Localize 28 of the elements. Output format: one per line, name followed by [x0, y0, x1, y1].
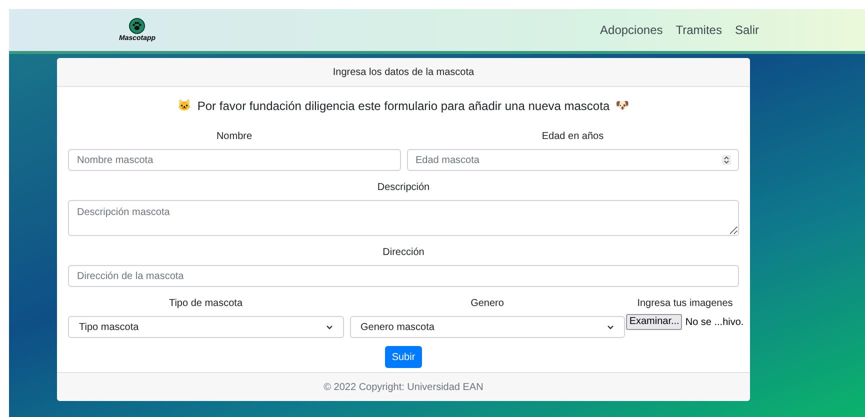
paw-logo-icon — [129, 18, 146, 34]
nav-link[interactable]: Adopciones — [600, 21, 663, 39]
chevron-icon — [326, 324, 332, 330]
submit-button[interactable]: Subir — [384, 346, 422, 368]
form-intro: Por favor fundación diligencia este formulario para añadir una nueva mascota — [197, 98, 610, 115]
dog-emoji: 🐶 — [616, 98, 630, 114]
field-label: Dirección — [382, 246, 426, 260]
number-field[interactable]: Edad mascota — [406, 149, 739, 171]
spinner-icon[interactable] — [722, 155, 731, 165]
input-field[interactable]: Nombre mascota — [68, 149, 400, 171]
card-footer: © 2022 Copyright: Universidad EAN — [57, 372, 750, 401]
field-label: Genero — [470, 297, 505, 311]
chevron-icon — [607, 324, 614, 330]
nav-link[interactable]: Salir — [734, 21, 759, 39]
nav-link[interactable]: Tramites — [676, 21, 722, 39]
file-status: No se ...hivo. — [685, 316, 744, 330]
browse-button[interactable]: Examinar... — [626, 314, 682, 330]
textarea-field[interactable]: Descripción mascota — [68, 200, 739, 236]
field-label: Tipo de mascota — [168, 297, 244, 311]
card-header: Ingresa los datos de la mascota — [57, 58, 750, 87]
select-field[interactable]: Tipo mascota — [68, 316, 344, 338]
input-field[interactable]: Dirección de la mascota — [68, 265, 739, 287]
cat-emoji: 🐱 — [177, 98, 192, 114]
field-label: Ingresa tus imagenes — [637, 297, 733, 311]
field-label: Nombre — [215, 130, 254, 144]
field-label: Descripción — [376, 181, 431, 195]
select-field[interactable]: Genero mascota — [350, 316, 625, 338]
field-label: Edad en años — [540, 130, 605, 144]
